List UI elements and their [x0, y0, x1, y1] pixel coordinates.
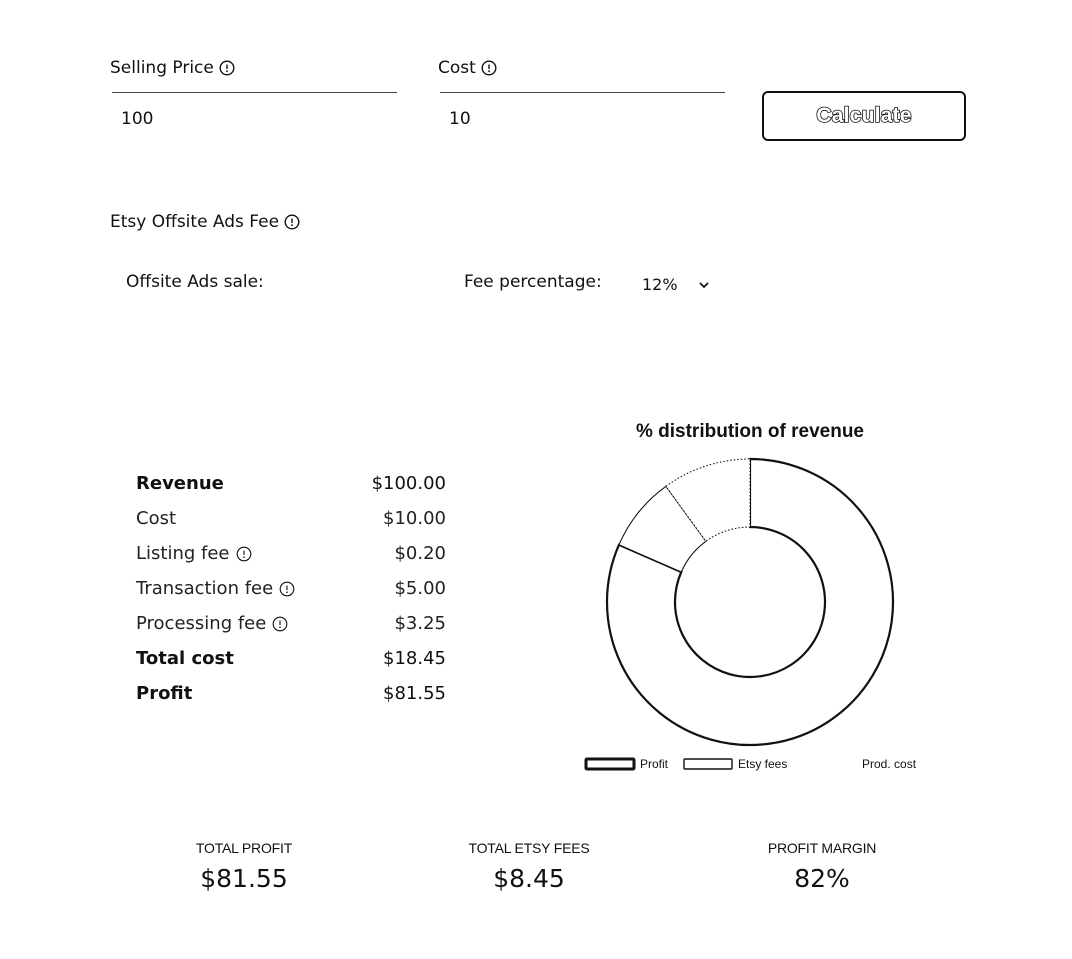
- info-icon[interactable]: [272, 616, 288, 632]
- total-etsy-fees-value: $8.45: [419, 864, 639, 893]
- info-icon[interactable]: [219, 60, 235, 76]
- total-etsy-fees-caption: TOTAL ETSY FEES: [419, 840, 639, 856]
- calculate-button[interactable]: Calculate: [762, 91, 966, 141]
- profit-margin-caption: PROFIT MARGIN: [712, 840, 932, 856]
- listing-fee-row: Listing fee $0.20: [136, 543, 446, 564]
- total-profit-value: $81.55: [134, 864, 354, 893]
- transaction-fee-row: Transaction fee $5.00: [136, 578, 446, 599]
- selling-price-label: Selling Price: [110, 58, 235, 78]
- processing-fee-row: Processing fee $3.25: [136, 613, 446, 634]
- legend-label: Profit: [640, 757, 669, 771]
- total-cost-row: Total cost $18.45: [136, 648, 446, 669]
- chart-title: % distribution of revenue: [636, 421, 864, 442]
- profit-row: Profit $81.55: [136, 683, 446, 704]
- cost-label: Cost: [438, 58, 497, 78]
- legend-label: Etsy fees: [738, 757, 787, 771]
- fee-percentage-select[interactable]: 12%: [642, 275, 710, 294]
- legend-swatch: [586, 759, 634, 769]
- chevron-down-icon: [698, 280, 710, 290]
- fee-percentage-label: Fee percentage:: [464, 272, 602, 292]
- profit-margin-value: 82%: [712, 864, 932, 893]
- info-icon[interactable]: [236, 546, 252, 562]
- offsite-ads-label: Etsy Offsite Ads Fee: [110, 212, 300, 232]
- legend-swatch: [684, 759, 732, 769]
- info-icon[interactable]: [279, 581, 295, 597]
- total-profit-kpi: TOTAL PROFIT $81.55: [134, 840, 354, 893]
- selling-price-input[interactable]: [112, 92, 397, 132]
- cost-row: Cost $10.00: [136, 508, 446, 529]
- fee-percentage-value: 12%: [642, 275, 678, 294]
- total-profit-caption: TOTAL PROFIT: [134, 840, 354, 856]
- total-etsy-fees-kpi: TOTAL ETSY FEES $8.45: [419, 840, 639, 893]
- revenue-row: Revenue $100.00: [136, 473, 446, 494]
- cost-input[interactable]: [440, 92, 725, 132]
- info-icon[interactable]: [284, 214, 300, 230]
- legend-label: Prod. cost: [862, 757, 917, 771]
- info-icon[interactable]: [481, 60, 497, 76]
- revenue-donut-chart: % distribution of revenue Profit Etsy fee…: [560, 410, 940, 780]
- offsite-ads-sale-label: Offsite Ads sale:: [126, 272, 264, 292]
- profit-margin-kpi: PROFIT MARGIN 82%: [712, 840, 932, 893]
